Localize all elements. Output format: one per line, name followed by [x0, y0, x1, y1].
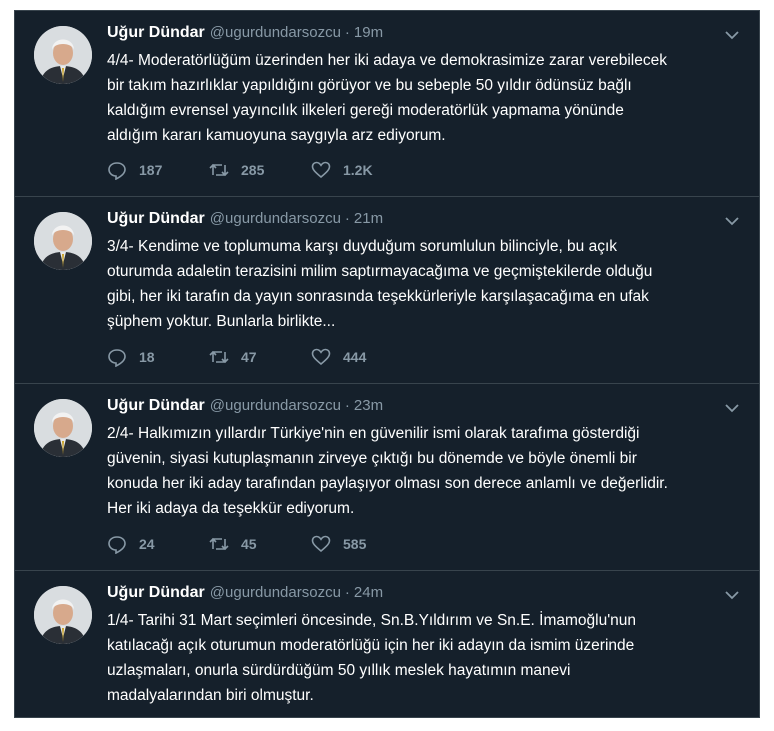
- like-count: 585: [343, 536, 367, 552]
- reply-button[interactable]: 187: [107, 160, 209, 180]
- tweet-timestamp[interactable]: 24m: [354, 584, 383, 601]
- reply-icon: [108, 536, 126, 554]
- tweet-timestamp[interactable]: 19m: [354, 24, 383, 41]
- reply-icon: [108, 162, 126, 180]
- author-handle[interactable]: @ugurdundarsozcu: [210, 584, 341, 601]
- retweet-count: 47: [241, 349, 257, 365]
- tweet[interactable]: Uğur Dündar @ugurdundarsozcu · 19m 4/4- …: [15, 11, 759, 197]
- tweet-text: 1/4- Tarihi 31 Mart seçimleri öncesinde,…: [107, 612, 637, 704]
- avatar[interactable]: [34, 399, 92, 457]
- chevron-down-icon[interactable]: [725, 403, 739, 413]
- tweet-timestamp[interactable]: 23m: [354, 397, 383, 414]
- author-handle[interactable]: @ugurdundarsozcu: [210, 397, 341, 414]
- retweet-icon: [209, 163, 229, 177]
- tweet-text: 4/4- Moderatörlüğüm üzerinden her iki ad…: [107, 52, 667, 144]
- tweet-actions: 24 45 585: [107, 534, 413, 554]
- retweet-button[interactable]: 45: [209, 534, 311, 554]
- like-icon: [311, 161, 331, 179]
- chevron-down-icon[interactable]: [725, 590, 739, 600]
- avatar[interactable]: [34, 586, 92, 644]
- author-name[interactable]: Uğur Dündar: [107, 584, 205, 602]
- tweet-actions: 18 47 444: [107, 347, 413, 367]
- reply-button[interactable]: 18: [107, 347, 209, 367]
- separator-dot: ·: [344, 210, 350, 227]
- like-count: 1.2K: [343, 162, 373, 178]
- separator-dot: ·: [344, 24, 350, 41]
- like-icon: [311, 348, 331, 366]
- reply-count: 24: [139, 536, 155, 552]
- reply-count: 18: [139, 349, 155, 365]
- author-name[interactable]: Uğur Dündar: [107, 397, 205, 415]
- tweet[interactable]: Uğur Dündar @ugurdundarsozcu · 21m 3/4- …: [15, 197, 759, 384]
- author-handle[interactable]: @ugurdundarsozcu: [210, 210, 341, 227]
- like-icon: [311, 535, 331, 553]
- author-name[interactable]: Uğur Dündar: [107, 210, 205, 228]
- tweet[interactable]: Uğur Dündar @ugurdundarsozcu · 23m 2/4- …: [15, 384, 759, 571]
- retweet-count: 45: [241, 536, 257, 552]
- tweet-timestamp[interactable]: 21m: [354, 210, 383, 227]
- tweet-timeline: Uğur Dündar @ugurdundarsozcu · 19m 4/4- …: [14, 10, 760, 718]
- retweet-icon: [209, 350, 229, 364]
- tweet-actions: 187 285 1.2K: [107, 160, 413, 180]
- separator-dot: ·: [344, 584, 350, 601]
- retweet-button[interactable]: 285: [209, 160, 311, 180]
- chevron-down-icon[interactable]: [725, 30, 739, 40]
- like-button[interactable]: 585: [311, 534, 413, 554]
- like-button[interactable]: 444: [311, 347, 413, 367]
- retweet-button[interactable]: 47: [209, 347, 311, 367]
- like-button[interactable]: 1.2K: [311, 160, 413, 180]
- tweet-text: 3/4- Kendime ve toplumuma karşı duyduğum…: [107, 238, 653, 330]
- retweet-count: 285: [241, 162, 265, 178]
- retweet-icon: [209, 537, 229, 551]
- chevron-down-icon[interactable]: [725, 216, 739, 226]
- reply-count: 187: [139, 162, 163, 178]
- reply-button[interactable]: 24: [107, 534, 209, 554]
- like-count: 444: [343, 349, 367, 365]
- author-handle[interactable]: @ugurdundarsozcu: [210, 24, 341, 41]
- avatar[interactable]: [34, 212, 92, 270]
- reply-icon: [108, 349, 126, 367]
- separator-dot: ·: [344, 397, 350, 414]
- avatar[interactable]: [34, 26, 92, 84]
- tweet[interactable]: Uğur Dündar @ugurdundarsozcu · 24m 1/4- …: [15, 571, 759, 717]
- tweet-text: 2/4- Halkımızın yıllardır Türkiye'nin en…: [107, 425, 668, 517]
- author-name[interactable]: Uğur Dündar: [107, 24, 205, 42]
